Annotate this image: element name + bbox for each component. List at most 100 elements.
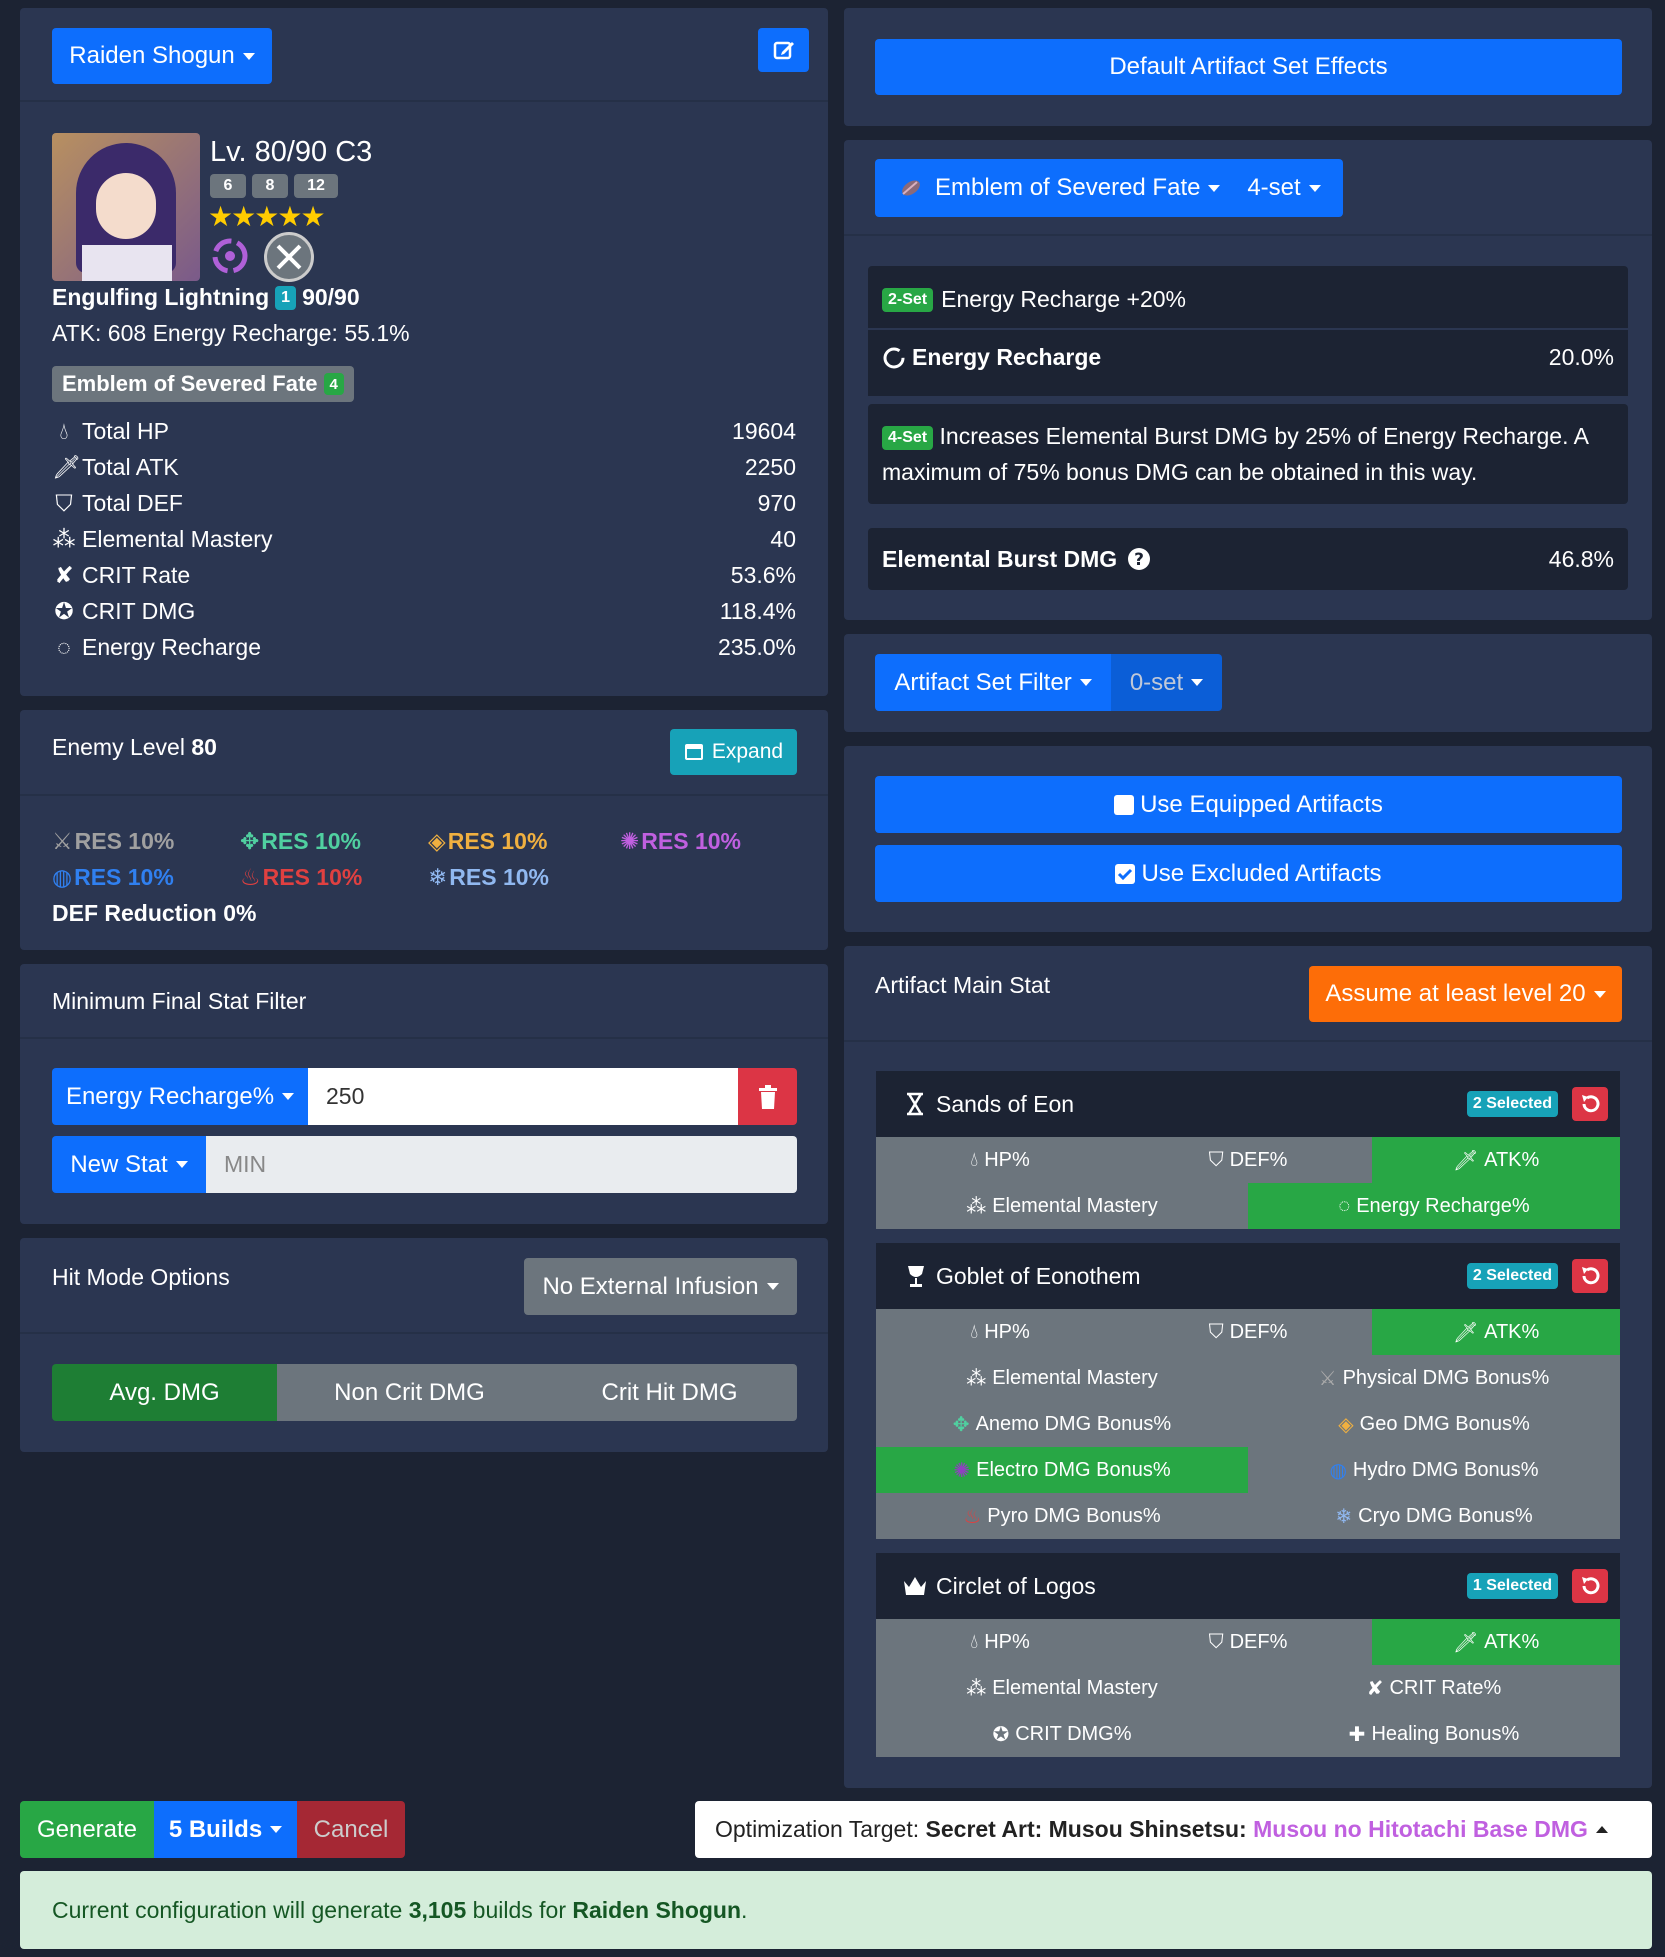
character-portrait [52, 133, 200, 281]
stat-row-total-atk: 🗡︎ Total ATK 2250 [52, 454, 796, 481]
optimization-target-button[interactable]: Optimization Target: Secret Art: Musou S… [695, 1801, 1652, 1858]
builds-count-button[interactable]: 5 Builds [154, 1801, 297, 1858]
artifact-set-filter-button[interactable]: Artifact Set Filter [875, 654, 1111, 711]
stat-row-crit-dmg: ✪ CRIT DMG 118.4% [52, 598, 796, 625]
artifact-set-count: 4 [323, 373, 344, 395]
circlet-option-hp[interactable]: 💧︎ HP% [876, 1619, 1124, 1665]
circlet-option-healing[interactable]: ✚ Healing Bonus% [1248, 1711, 1620, 1757]
circlet-option-em[interactable]: ⁂ Elemental Mastery [876, 1665, 1248, 1711]
hit-mode-title: Hit Mode Options [52, 1264, 230, 1290]
infusion-select-button[interactable]: No External Infusion [524, 1258, 797, 1315]
resistance-pyro[interactable]: ♨ RES 10% [240, 864, 362, 891]
edit-icon [773, 41, 794, 60]
goblet-option-physical[interactable]: ⚔︎ Physical DMG Bonus% [1248, 1355, 1620, 1401]
character-select-button[interactable]: Raiden Shogun [52, 28, 272, 84]
two-set-header: 2-Set Energy Recharge +20% [882, 286, 1186, 313]
atk-icon: 🗡︎ [1452, 1321, 1479, 1344]
cancel-button[interactable]: Cancel [297, 1801, 405, 1858]
goblet-option-atk[interactable]: 🗡︎ ATK% [1372, 1309, 1620, 1355]
stat-value: 40 [770, 526, 796, 552]
hit-mode-noncrit-button[interactable]: Non Crit DMG [277, 1364, 542, 1421]
two-set-effect: 2-Set Energy Recharge +20% Energy Rechar… [868, 266, 1628, 396]
chevron-down-icon [1079, 679, 1092, 686]
set-filter-count-button[interactable]: 0-set [1111, 654, 1222, 711]
talent-burst-badge: 12 [294, 174, 338, 198]
edit-character-button[interactable] [758, 28, 809, 72]
stat-value: 2250 [744, 454, 796, 480]
weapon-icon [264, 232, 314, 282]
stat-select-button[interactable]: Energy Recharge% [52, 1068, 308, 1125]
goblet-option-def[interactable]: ⛉ DEF% [1124, 1309, 1372, 1355]
goblet-option-electro[interactable]: ✺ Electro DMG Bonus% [876, 1447, 1248, 1493]
artifact-set-badge: Emblem of Severed Fate 4 [52, 366, 354, 402]
hit-mode-avg-button[interactable]: Avg. DMG [52, 1364, 277, 1421]
four-set-effect: 4-Set Increases Elemental Burst DMG by 2… [868, 404, 1628, 504]
chevron-down-icon [242, 52, 255, 60]
new-stat-button[interactable]: New Stat [52, 1136, 206, 1193]
resistance-electro[interactable]: ✺ RES 10% [620, 828, 741, 855]
anemo-icon: ✥ [952, 1413, 970, 1436]
star-icon: ★ [254, 201, 279, 232]
hit-mode-crit-button[interactable]: Crit Hit DMG [542, 1364, 797, 1421]
enemy-expand-button[interactable]: Expand [670, 729, 797, 775]
anemo-icon: ✥ [240, 828, 260, 854]
resistance-geo[interactable]: ◈ RES 10% [428, 828, 547, 855]
goblet-option-cryo[interactable]: ❄ Cryo DMG Bonus% [1248, 1493, 1620, 1539]
weapon-name: Engulfing Lightning [52, 284, 270, 310]
stat-label: Elemental Mastery [82, 526, 273, 552]
goblet-option-hydro[interactable]: ◍ Hydro DMG Bonus% [1248, 1447, 1620, 1493]
circlet-option-crit-rate[interactable]: ✘ CRIT Rate% [1248, 1665, 1620, 1711]
resistance-anemo[interactable]: ✥ RES 10% [240, 828, 361, 855]
energy-recharge-icon [883, 347, 905, 368]
circlet-option-def[interactable]: ⛉ DEF% [1124, 1619, 1372, 1665]
sands-option-hp[interactable]: 💧︎ HP% [876, 1137, 1124, 1183]
burst-dmg-row: Elemental Burst DMG ? 46.8% [868, 528, 1628, 590]
stat-label: Total HP [82, 418, 169, 444]
goblet-option-hp[interactable]: 💧︎ HP% [876, 1309, 1124, 1355]
stat-label: CRIT Rate [82, 562, 191, 588]
star-icon: ★ [208, 201, 233, 232]
goblet-option-em[interactable]: ⁂ Elemental Mastery [876, 1355, 1248, 1401]
circlet-reset-button[interactable] [1572, 1569, 1608, 1603]
goblet-reset-button[interactable] [1572, 1259, 1608, 1293]
sands-option-def[interactable]: ⛉ DEF% [1124, 1137, 1372, 1183]
resistance-cryo[interactable]: ❄ RES 10% [428, 864, 549, 891]
delete-stat-button[interactable] [738, 1068, 797, 1125]
healing-icon: ✚ [1348, 1723, 1366, 1746]
energy-recharge-icon: ◌ [57, 634, 71, 660]
use-excluded-toggle[interactable]: Use Excluded Artifacts [875, 845, 1622, 902]
checked-box-icon [1115, 863, 1136, 884]
resistance-hydro[interactable]: ◍ RES 10% [52, 864, 174, 891]
goblet-option-pyro[interactable]: ♨ Pyro DMG Bonus% [876, 1493, 1248, 1539]
help-icon[interactable]: ? [1127, 547, 1151, 571]
talent-skill-badge: 8 [252, 174, 288, 198]
default-set-effects-button[interactable]: Default Artifact Set Effects [875, 39, 1622, 95]
hourglass-icon [907, 1092, 923, 1116]
weapon-level: 90/90 [302, 284, 360, 310]
use-equipped-toggle[interactable]: Use Equipped Artifacts [875, 776, 1622, 833]
new-stat-min-input[interactable]: MIN [206, 1136, 797, 1193]
generate-button[interactable]: Generate [20, 1801, 154, 1858]
sands-option-em[interactable]: ⁂ Elemental Mastery [876, 1183, 1248, 1229]
window-icon [684, 744, 703, 760]
sands-option-atk[interactable]: 🗡︎ ATK% [1372, 1137, 1620, 1183]
artifact-set-dropdown[interactable]: Emblem of Severed Fate [875, 159, 1225, 217]
em-icon: ⁂ [966, 1677, 987, 1700]
goblet-option-geo[interactable]: ◈ Geo DMG Bonus% [1248, 1401, 1620, 1447]
weapon-refine-badge: 1 [275, 285, 297, 310]
undo-icon [1582, 1095, 1600, 1113]
circlet-option-crit-dmg[interactable]: ✪ CRIT DMG% [876, 1711, 1248, 1757]
talent-badges: 6 8 12 [210, 174, 338, 198]
def-reduction: DEF Reduction 0% [52, 900, 257, 926]
circlet-option-atk[interactable]: 🗡︎ ATK% [1372, 1619, 1620, 1665]
sands-option-er[interactable]: ◌ Energy Recharge% [1248, 1183, 1620, 1229]
goblet-option-anemo[interactable]: ✥ Anemo DMG Bonus% [876, 1401, 1248, 1447]
set-count-dropdown[interactable]: 4-set [1225, 159, 1343, 217]
assume-level-button[interactable]: Assume at least level 20 [1309, 966, 1622, 1022]
sands-reset-button[interactable] [1572, 1087, 1608, 1121]
unchecked-box-icon [1114, 794, 1135, 815]
resistance-physical[interactable]: ⚔︎ RES 10% [52, 828, 174, 855]
stat-value-input[interactable]: 250 [308, 1068, 738, 1125]
geo-icon: ◈ [1338, 1413, 1354, 1436]
crit-dmg-icon: ✪ [992, 1723, 1010, 1746]
